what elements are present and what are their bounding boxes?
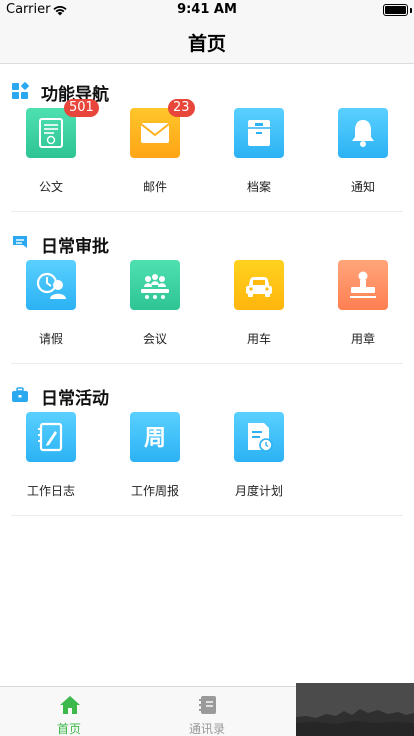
divider: [11, 515, 403, 516]
page-title: 首页: [187, 33, 226, 55]
grid-item-car[interactable]: 用车: [208, 260, 312, 352]
divider: [11, 211, 403, 212]
tile-leave[interactable]: [26, 260, 76, 310]
battery-icon: [383, 4, 408, 16]
item-label: 公文: [38, 180, 63, 194]
item-label: 工作日志: [26, 484, 75, 498]
tile-document[interactable]: 501: [26, 99, 99, 158]
tab-label: 通讯录: [188, 722, 225, 736]
tile-notice[interactable]: [338, 108, 388, 158]
item-label: 档案: [246, 180, 271, 194]
unread-badge: 501: [64, 99, 99, 117]
status-time: 9:41 AM: [177, 2, 237, 17]
grid-item-work-log[interactable]: 工作日志: [0, 412, 104, 504]
leave-icon: [36, 272, 66, 299]
archive-icon: [248, 120, 270, 146]
landscape-thumbnail: [296, 683, 414, 736]
item-label: 通知: [350, 180, 375, 194]
grid-icon: [12, 82, 29, 99]
item-label: 会议: [142, 332, 167, 346]
home-icon: [60, 696, 80, 714]
item-label: 请假: [38, 332, 63, 346]
meeting-icon: [141, 274, 169, 299]
section-title: 日常审批: [41, 237, 109, 257]
bell-icon: [352, 120, 374, 147]
tile-weekly-report[interactable]: 周: [130, 412, 180, 462]
grid-item-leave[interactable]: 请假: [0, 260, 104, 352]
week-icon: 周: [144, 426, 166, 451]
tab-label: 首页: [56, 722, 81, 736]
tile-work-log[interactable]: [26, 412, 76, 462]
section-function-nav: 功能导航 501 公文 23 邮件 档案 通知: [0, 80, 414, 212]
grid-item-meeting[interactable]: 会议: [104, 260, 208, 352]
grid-item-mail[interactable]: 23 邮件: [104, 99, 208, 200]
car-icon: [246, 277, 272, 297]
contacts-icon: [199, 696, 216, 714]
tile-archive[interactable]: [234, 108, 284, 158]
tile-mail[interactable]: 23: [130, 99, 195, 158]
notebook-icon: [38, 422, 63, 452]
grid-item-archive[interactable]: 档案: [208, 108, 312, 200]
status-bar: Carrier 9:41 AM: [0, 0, 414, 20]
function-grid: 501 公文 23 邮件 档案 通知: [0, 99, 414, 200]
item-label: 用车: [246, 332, 271, 346]
tile-meeting[interactable]: [130, 260, 180, 310]
briefcase-icon: [12, 387, 28, 402]
activity-grid: 工作日志 周 工作周报 月度计划: [0, 412, 414, 504]
tab-contacts[interactable]: 通讯录: [138, 687, 276, 736]
grid-item-document[interactable]: 501 公文: [0, 99, 104, 200]
grid-item-notice[interactable]: 通知: [312, 108, 414, 200]
stamp-icon: [350, 271, 376, 298]
approval-grid: 请假 会议 用车 用章: [0, 260, 414, 352]
message-icon: [13, 236, 27, 248]
section-title: 日常活动: [41, 389, 109, 409]
item-label: 工作周报: [130, 484, 179, 498]
tile-monthly-plan[interactable]: [234, 412, 284, 462]
plan-icon: [248, 423, 273, 452]
tile-car[interactable]: [234, 260, 284, 310]
navigation-bar: 首页: [0, 20, 414, 64]
item-label: 邮件: [142, 180, 167, 194]
unread-badge: 23: [168, 99, 195, 117]
grid-item-weekly-report[interactable]: 周 工作周报: [104, 412, 208, 504]
tab-home[interactable]: 首页: [0, 687, 138, 736]
grid-item-monthly-plan[interactable]: 月度计划: [208, 412, 312, 504]
item-label: 用章: [350, 332, 375, 346]
week-glyph: 周: [144, 426, 166, 451]
section-daily-approval: 日常审批 请假 会议 用车 用章: [0, 232, 414, 364]
divider: [11, 363, 403, 364]
item-label: 月度计划: [234, 484, 283, 498]
battery-tip: [410, 8, 412, 13]
grid-item-stamp[interactable]: 用章: [312, 260, 414, 352]
tile-stamp[interactable]: [338, 260, 388, 310]
overlay-thumbnail: [296, 683, 414, 736]
section-daily-activity: 日常活动 工作日志 周 工作周报 月度计划: [0, 384, 414, 516]
